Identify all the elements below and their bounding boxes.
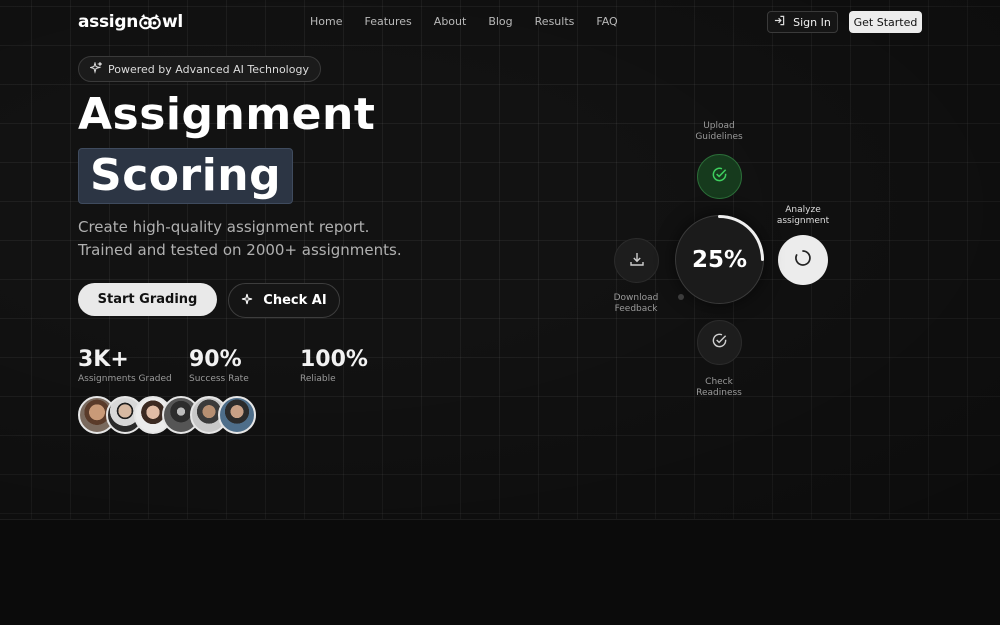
login-icon (774, 15, 785, 29)
check-ai-label: Check AI (263, 293, 327, 308)
stat-label: Reliable (300, 374, 336, 384)
sparkles-icon (88, 60, 103, 77)
stat-graded: 3K+ Assignments Graded (78, 347, 172, 384)
stat-label: Success Rate (189, 374, 249, 384)
download-feedback-step[interactable] (614, 238, 659, 283)
label-line: Download (613, 293, 659, 303)
stat-reliable: 100% Reliable (300, 347, 368, 384)
analyze-assignment-label: Analyze assignment (772, 205, 834, 227)
get-started-button[interactable]: Get Started (849, 11, 922, 33)
hero-description: Create high-quality assignment report. T… (78, 218, 402, 259)
stat-success: 90% Success Rate (189, 347, 249, 384)
logo-text-prefix: assign (78, 12, 139, 32)
nav-home[interactable]: Home (310, 15, 342, 28)
sign-in-label: Sign In (793, 15, 831, 29)
main-nav: Home Features About Blog Results FAQ (310, 15, 640, 28)
owl-icon (139, 14, 161, 30)
analyze-assignment-step[interactable] (778, 235, 828, 285)
check-circle-icon (711, 166, 728, 187)
sign-in-button[interactable]: Sign In (767, 11, 838, 33)
check-readiness-label: Check Readiness (689, 377, 749, 399)
avatar (218, 396, 256, 434)
spinner-icon (794, 249, 812, 271)
label-line: Check (705, 377, 733, 387)
nav-blog[interactable]: Blog (488, 15, 512, 28)
connector-dot (678, 294, 684, 300)
nav-results[interactable]: Results (535, 15, 575, 28)
nav-about[interactable]: About (434, 15, 467, 28)
check-circle-icon (711, 332, 728, 353)
stat-value: 90% (189, 347, 242, 372)
logo[interactable]: assign wl (78, 12, 183, 32)
nav-features[interactable]: Features (364, 15, 411, 28)
label-line: Feedback (614, 304, 658, 314)
upload-guidelines-label: Upload Guidelines (689, 121, 749, 143)
logo-text-suffix: wl (162, 12, 183, 32)
badge-text: Powered by Advanced AI Technology (108, 62, 309, 76)
stat-value: 100% (300, 347, 368, 372)
label-line: Readiness (696, 388, 742, 398)
hero-title-highlight: Scoring (78, 148, 294, 204)
label-line: Guidelines (695, 132, 743, 142)
stat-value: 3K+ (78, 347, 129, 372)
stat-label: Assignments Graded (78, 374, 172, 384)
label-line: assignment (776, 216, 830, 226)
nav-faq[interactable]: FAQ (596, 15, 617, 28)
download-feedback-label: Download Feedback (606, 293, 666, 315)
sparkle-icon (241, 293, 253, 309)
progress-ring (718, 215, 764, 261)
label-line: Analyze (785, 205, 821, 215)
hero-title: Assignment (78, 89, 376, 140)
progress-arc (718, 215, 764, 261)
ai-badge: Powered by Advanced AI Technology (78, 56, 321, 82)
check-ai-button[interactable]: Check AI (228, 283, 340, 318)
check-readiness-step[interactable] (697, 320, 742, 365)
upload-guidelines-step[interactable] (697, 154, 742, 199)
label-line: Upload (703, 121, 735, 131)
download-icon (629, 251, 645, 271)
progress-circle: 25% (675, 215, 764, 304)
user-avatars (78, 396, 256, 434)
start-grading-button[interactable]: Start Grading (78, 283, 217, 316)
